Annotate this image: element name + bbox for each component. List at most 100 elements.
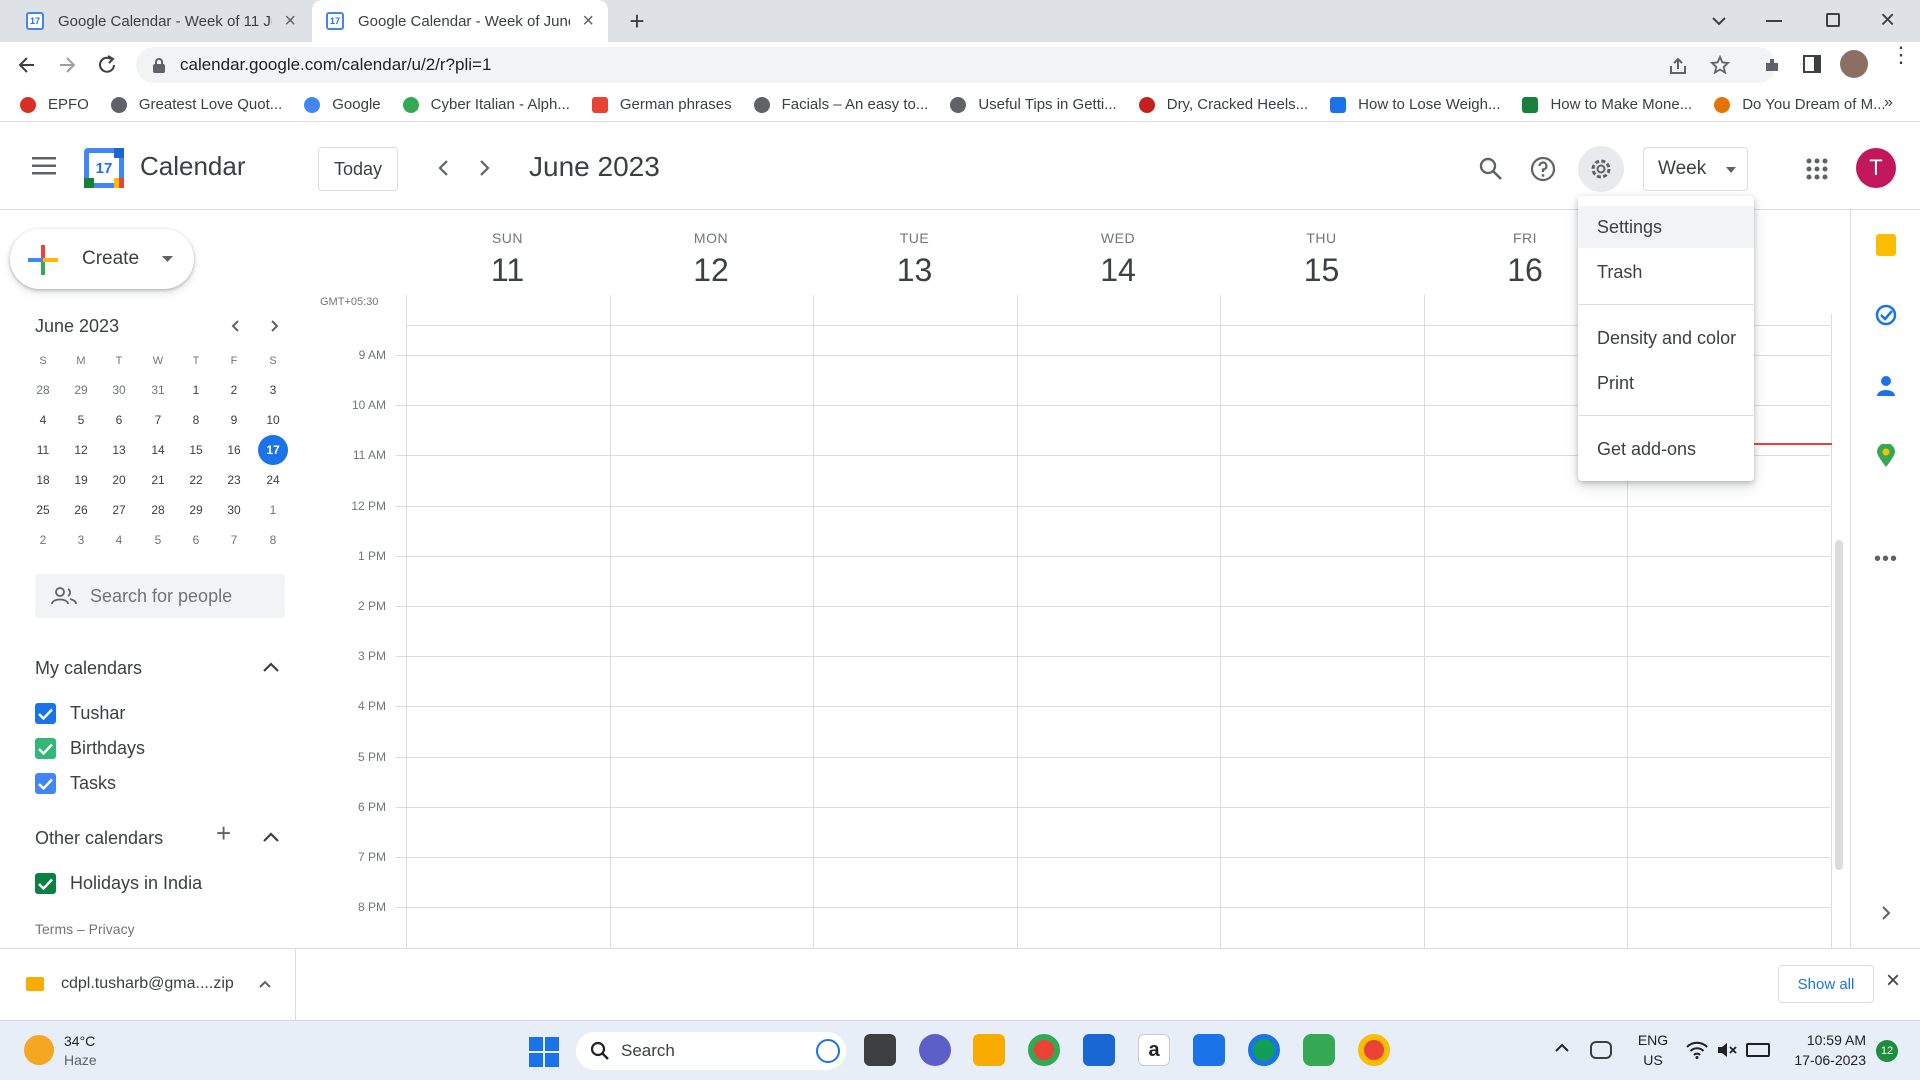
restore-icon[interactable] [1826, 13, 1840, 27]
day-header[interactable]: TUE 13 [813, 230, 1016, 289]
tasks-icon[interactable] [1875, 304, 1897, 326]
mini-calendar-day[interactable]: 4 [28, 405, 58, 435]
chrome-icon[interactable] [1028, 1034, 1060, 1066]
day-header[interactable]: THU 15 [1220, 230, 1423, 289]
download-options-icon[interactable] [258, 979, 272, 989]
calendar-item-birthdays[interactable]: Birthdays [35, 738, 145, 759]
more-bookmarks-icon[interactable]: » [1884, 94, 1893, 112]
amazon-icon[interactable]: a [1138, 1034, 1170, 1066]
search-icon[interactable] [1478, 156, 1504, 182]
browser-menu-icon[interactable]: ⋮ [1890, 44, 1912, 66]
checkbox-checked-icon[interactable] [35, 703, 56, 724]
terms-privacy-links[interactable]: Terms – Privacy [35, 921, 135, 937]
mini-calendar-day[interactable]: 24 [258, 465, 288, 495]
onedrive-icon[interactable] [1590, 1041, 1612, 1059]
my-calendars-title[interactable]: My calendars [35, 658, 142, 679]
mini-calendar-day[interactable]: 8 [258, 525, 288, 555]
mini-calendar-day[interactable]: 18 [28, 465, 58, 495]
mini-calendar-day[interactable]: 6 [181, 525, 211, 555]
mini-calendar-day[interactable]: 13 [104, 435, 134, 465]
contacts-icon[interactable] [1876, 375, 1896, 397]
mini-calendar-day[interactable]: 4 [104, 525, 134, 555]
day-number[interactable]: 13 [813, 252, 1016, 289]
menu-item-settings[interactable]: Settings [1578, 206, 1754, 248]
tab-search-chevron-icon[interactable] [1710, 12, 1728, 30]
mini-calendar-day[interactable]: 15 [181, 435, 211, 465]
create-button[interactable]: Create [10, 229, 194, 289]
bookmark-item[interactable]: Greatest Love Quot... [110, 96, 282, 113]
menu-item-get-addons[interactable]: Get add-ons [1578, 428, 1754, 470]
calendar-item-holidays[interactable]: Holidays in India [35, 873, 202, 894]
apps-grid-icon[interactable] [1806, 158, 1828, 180]
search-people-input[interactable]: Search for people [35, 574, 285, 618]
volume-muted-icon[interactable] [1716, 1041, 1738, 1059]
day-header[interactable]: SUN 11 [406, 230, 609, 289]
mini-calendar-day[interactable]: 3 [66, 525, 96, 555]
mini-calendar-day[interactable]: 29 [181, 495, 211, 525]
mini-calendar-day[interactable]: 5 [66, 405, 96, 435]
mini-calendar-day[interactable]: 2 [28, 525, 58, 555]
day-number[interactable]: 11 [406, 252, 609, 289]
microsoft-store-icon[interactable] [1083, 1034, 1115, 1066]
minimize-icon[interactable] [1766, 20, 1782, 22]
input-language[interactable]: ENG [1636, 1032, 1670, 1048]
mini-calendar-day[interactable]: 20 [104, 465, 134, 495]
mini-calendar-day[interactable]: 7 [143, 405, 173, 435]
teams-chat-icon[interactable] [919, 1034, 951, 1066]
today-button[interactable]: Today [318, 147, 398, 191]
day-number[interactable]: 15 [1220, 252, 1423, 289]
share-icon[interactable] [1668, 56, 1688, 76]
mini-calendar-day[interactable]: 6 [104, 405, 134, 435]
side-panel-icon[interactable] [1803, 55, 1821, 73]
bookmark-item[interactable]: German phrases [591, 96, 732, 113]
grid-scrollbar[interactable] [1835, 540, 1843, 870]
day-header[interactable]: WED 14 [1017, 230, 1220, 289]
chrome-profile-icon[interactable] [1358, 1034, 1390, 1066]
weather-desc[interactable]: Haze [64, 1052, 97, 1068]
mini-calendar-day[interactable]: 30 [104, 375, 134, 405]
browser-tab-1[interactable]: 17 Google Calendar - Week of 11 June × [12, 0, 310, 42]
wifi-icon[interactable] [1686, 1041, 1708, 1059]
mini-calendar-day[interactable]: 16 [219, 435, 249, 465]
mini-calendar-day[interactable]: 27 [104, 495, 134, 525]
bookmark-item[interactable]: EPFO [20, 96, 89, 113]
download-item[interactable]: cdpl.tusharb@gma....zip [0, 949, 296, 1021]
mini-calendar-day[interactable]: 2 [219, 375, 249, 405]
close-shelf-icon[interactable]: × [1886, 967, 1900, 995]
profile-avatar[interactable] [1840, 50, 1868, 78]
menu-item-trash[interactable]: Trash [1578, 251, 1754, 293]
checkbox-checked-icon[interactable] [35, 873, 56, 894]
mini-calendar-day[interactable]: 28 [143, 495, 173, 525]
mini-calendar-day[interactable]: 7 [219, 525, 249, 555]
edge-icon[interactable] [1248, 1034, 1280, 1066]
settings-button[interactable] [1578, 146, 1624, 192]
mail-icon[interactable] [1193, 1034, 1225, 1066]
notification-count-badge[interactable]: 12 [1876, 1040, 1898, 1062]
main-menu-icon[interactable] [24, 146, 64, 186]
add-calendar-icon[interactable]: + [216, 818, 231, 849]
address-bar[interactable]: calendar.google.com/calendar/u/2/r?pli=1 [136, 47, 1776, 83]
mini-calendar-day[interactable]: 29 [66, 375, 96, 405]
mini-calendar-day[interactable]: 5 [143, 525, 173, 555]
expand-panel-icon[interactable] [1879, 905, 1893, 921]
mini-calendar-day[interactable]: 3 [258, 375, 288, 405]
more-apps-icon[interactable]: ••• [1874, 548, 1898, 571]
mini-calendar-day[interactable]: 31 [143, 375, 173, 405]
forward-icon[interactable] [56, 54, 78, 76]
reload-icon[interactable] [96, 54, 118, 76]
mini-calendar-day[interactable]: 25 [28, 495, 58, 525]
mini-calendar-day[interactable]: 30 [219, 495, 249, 525]
mini-calendar-day[interactable]: 17 [258, 435, 288, 465]
input-region[interactable]: US [1636, 1052, 1670, 1068]
kaspersky-icon[interactable] [1303, 1034, 1335, 1066]
mini-calendar-day[interactable]: 8 [181, 405, 211, 435]
show-hidden-icons-icon[interactable] [1554, 1043, 1570, 1053]
task-view-icon[interactable] [864, 1034, 896, 1066]
collapse-my-calendars-icon[interactable] [262, 661, 280, 673]
mini-prev-month-icon[interactable] [228, 318, 244, 334]
new-tab-icon[interactable]: + [624, 8, 650, 34]
app-name[interactable]: Calendar [140, 151, 246, 182]
account-avatar[interactable]: T [1856, 148, 1896, 188]
day-number[interactable]: 14 [1017, 252, 1220, 289]
checkbox-checked-icon[interactable] [35, 738, 56, 759]
